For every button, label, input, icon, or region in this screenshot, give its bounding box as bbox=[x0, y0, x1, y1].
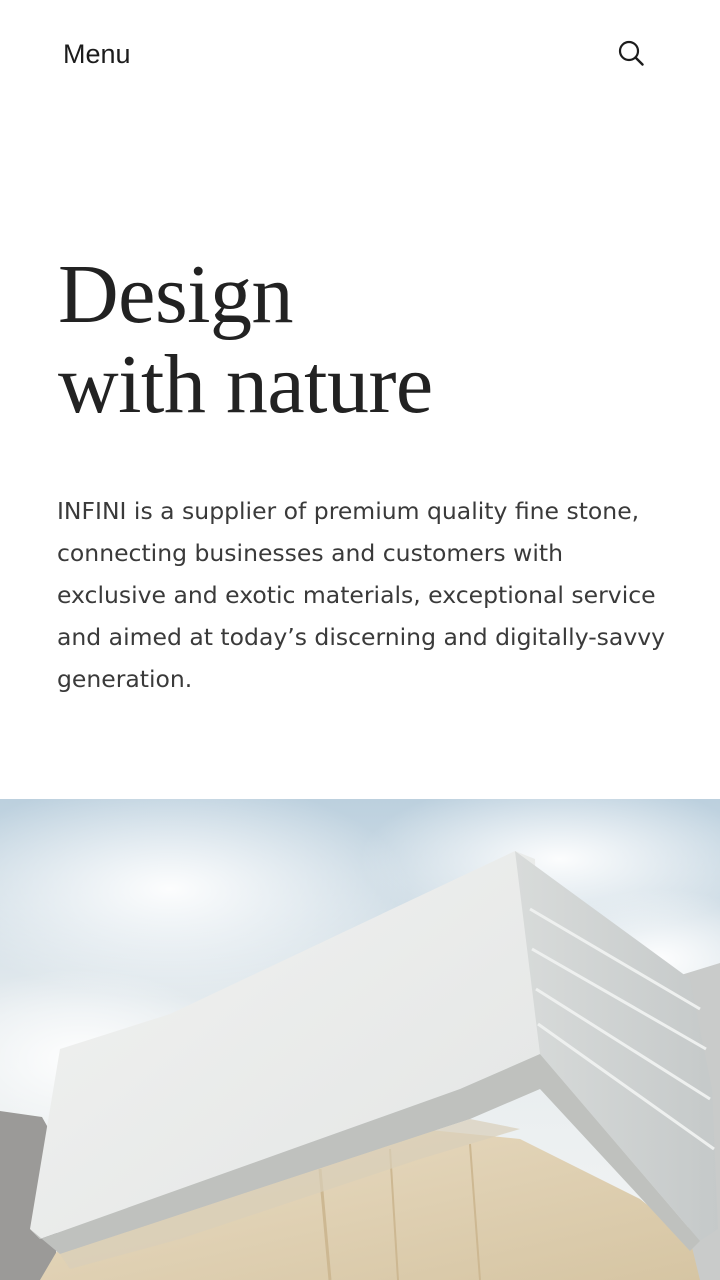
search-button[interactable] bbox=[614, 36, 648, 70]
search-icon bbox=[618, 40, 644, 66]
intro-paragraph: INFINI is a supplier of premium quality … bbox=[57, 497, 666, 693]
site-header: Menu bbox=[0, 0, 720, 110]
hero-title-line-1: Design bbox=[58, 248, 293, 341]
menu-button[interactable]: Menu bbox=[63, 36, 131, 72]
hero-title: Design with nature bbox=[58, 250, 698, 430]
stone-blocks-image bbox=[0, 799, 720, 1280]
hero-title-line-2: with nature bbox=[58, 338, 433, 431]
